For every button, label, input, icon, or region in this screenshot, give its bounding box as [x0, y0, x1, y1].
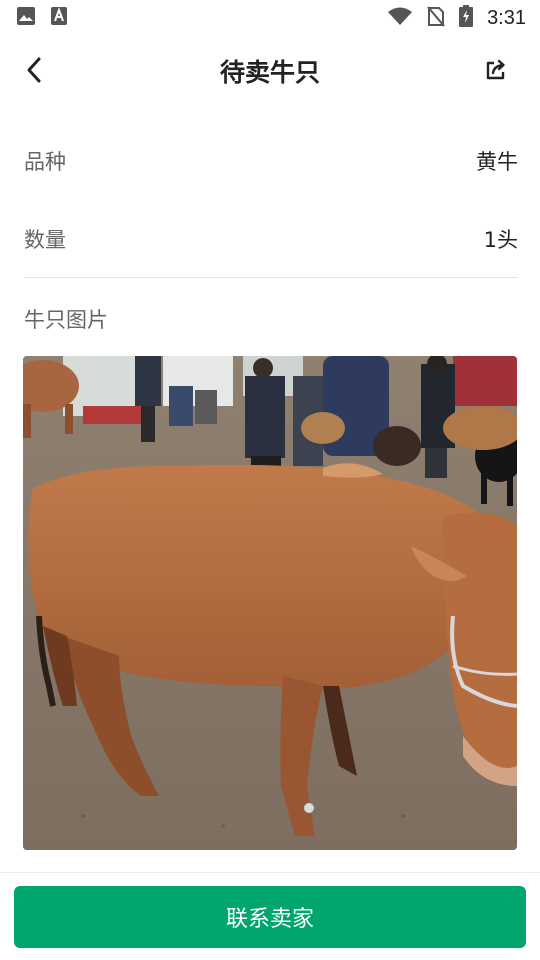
contact-seller-button[interactable]: 联系卖家 — [14, 886, 526, 948]
no-sim-icon — [427, 5, 445, 31]
bottom-action-bar: 联系卖家 — [0, 872, 540, 960]
status-right: 3:31 — [387, 5, 526, 31]
cattle-photo[interactable] — [23, 356, 517, 850]
status-time: 3:31 — [487, 6, 526, 29]
share-icon — [486, 59, 505, 80]
chevron-left-icon — [27, 57, 41, 83]
app-bar: 待卖牛只 — [0, 36, 540, 106]
breed-value: 黄牛 — [476, 150, 518, 174]
cattle-photo-image — [23, 356, 517, 850]
image-icon — [16, 6, 36, 30]
share-button[interactable] — [478, 52, 514, 88]
status-bar: 3:31 — [0, 0, 540, 36]
status-left — [16, 6, 68, 30]
text-app-icon — [50, 6, 68, 30]
photos-section-title: 牛只图片 — [24, 308, 108, 332]
divider — [24, 277, 518, 278]
back-button[interactable] — [14, 50, 54, 90]
quantity-value: 1头 — [483, 228, 518, 252]
page-title: 待卖牛只 — [219, 58, 320, 87]
quantity-label: 数量 — [24, 228, 66, 252]
wifi-icon — [387, 6, 413, 30]
breed-label: 品种 — [24, 150, 66, 174]
breed-row: 品种 黄牛 — [24, 136, 518, 186]
quantity-row: 数量 1头 — [24, 214, 518, 264]
battery-charging-icon — [459, 5, 474, 31]
